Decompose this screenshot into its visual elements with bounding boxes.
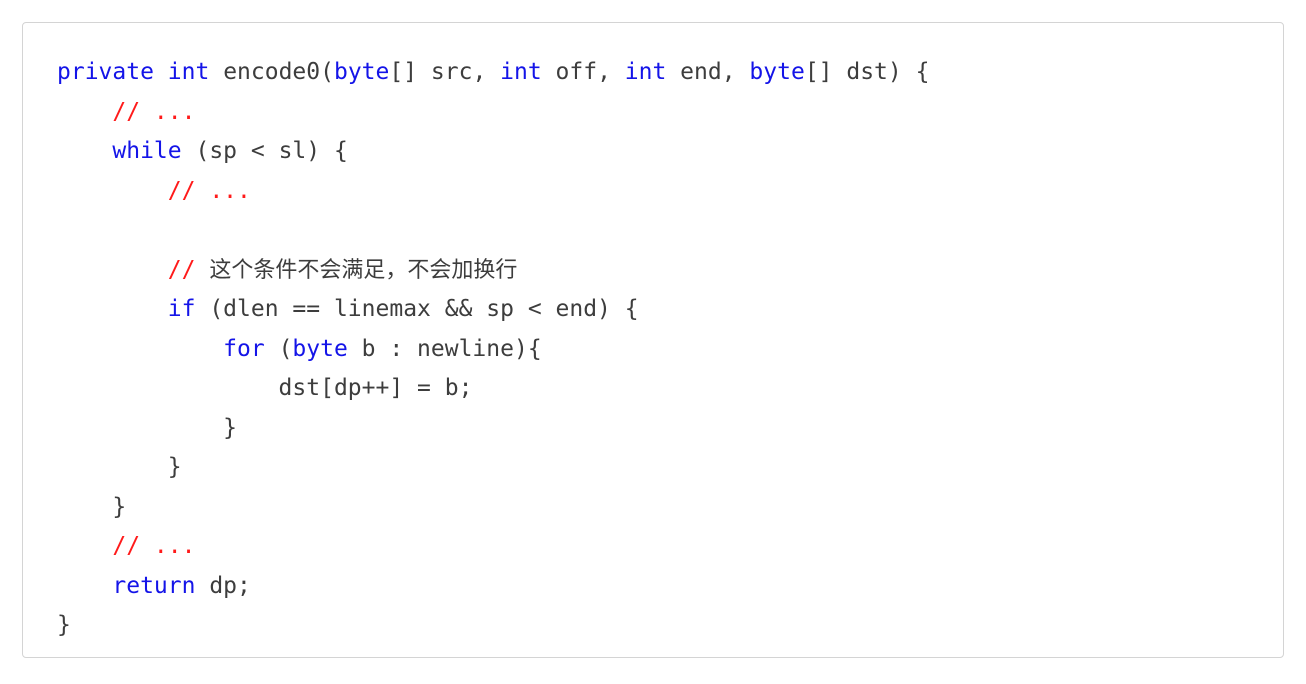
code-line: } [57, 448, 1283, 488]
code-token-cm: // ... [112, 533, 196, 559]
code-token-pl: b : newline){ [347, 335, 542, 362]
code-token-kw: if [167, 296, 196, 322]
code-token-pl: [] src, [389, 59, 501, 85]
code-token-kw: byte [749, 59, 805, 85]
code-token-kw: int [167, 59, 210, 85]
code-line: // ... [57, 527, 1283, 567]
code-token-kw: return [112, 572, 196, 599]
code-line: } [57, 488, 1283, 528]
code-line: } [57, 409, 1283, 449]
code-token-pl: } [57, 612, 71, 638]
code-line: // ... [57, 93, 1283, 133]
code-token-pl: (sp < sl) { [181, 138, 348, 164]
code-token-cm: // ... [112, 98, 196, 125]
code-line: for (byte b : newline){ [57, 330, 1283, 370]
code-token-pl: } [57, 493, 127, 520]
code-token-cm-cjk: 这个条件不会满足，不会加换行 [209, 257, 518, 283]
code-block[interactable]: private int encode0(byte[] src, int off,… [57, 53, 1283, 646]
code-token-kw: byte [292, 335, 348, 362]
code-line: } [57, 606, 1283, 646]
code-token-pl: (dlen == linemax && sp < end) { [195, 296, 639, 322]
code-token-kw: int [500, 59, 542, 85]
code-token-kw: for [223, 335, 265, 362]
code-token-kw: while [112, 138, 182, 164]
code-token-kw: private [57, 59, 154, 85]
code-token-pl: dst[dp++] = b; [57, 375, 473, 401]
code-line: private int encode0(byte[] src, int off,… [57, 53, 1283, 93]
code-token-pl: off, [541, 59, 625, 85]
code-token-pl: encode0( [209, 59, 334, 85]
page-root: private int encode0(byte[] src, int off,… [0, 0, 1306, 684]
code-body: private int encode0(byte[] src, int off,… [23, 23, 1283, 646]
code-line: ​ [57, 211, 1283, 251]
code-line: if (dlen == linemax && sp < end) { [57, 290, 1283, 330]
code-line: dst[dp++] = b; [57, 369, 1283, 409]
code-line: // ... [57, 172, 1283, 212]
code-token-kw: int [624, 59, 667, 85]
code-snippet-card: private int encode0(byte[] src, int off,… [22, 22, 1284, 658]
code-token-pl: [] dst) { [804, 59, 930, 85]
code-token-pl: end, [666, 59, 750, 85]
code-token-pl: } [57, 414, 238, 441]
code-line: // 这个条件不会满足，不会加换行 [57, 251, 1283, 291]
code-line: return dp; [57, 567, 1283, 607]
code-token-cm: // ... [167, 177, 251, 204]
code-token-pl: ( [264, 335, 293, 362]
code-token-cm: // [167, 256, 210, 283]
code-line: while (sp < sl) { [57, 132, 1283, 172]
code-token-kw: byte [333, 59, 390, 85]
code-token-pl: dp; [195, 572, 251, 599]
code-token-pl: } [57, 454, 182, 480]
